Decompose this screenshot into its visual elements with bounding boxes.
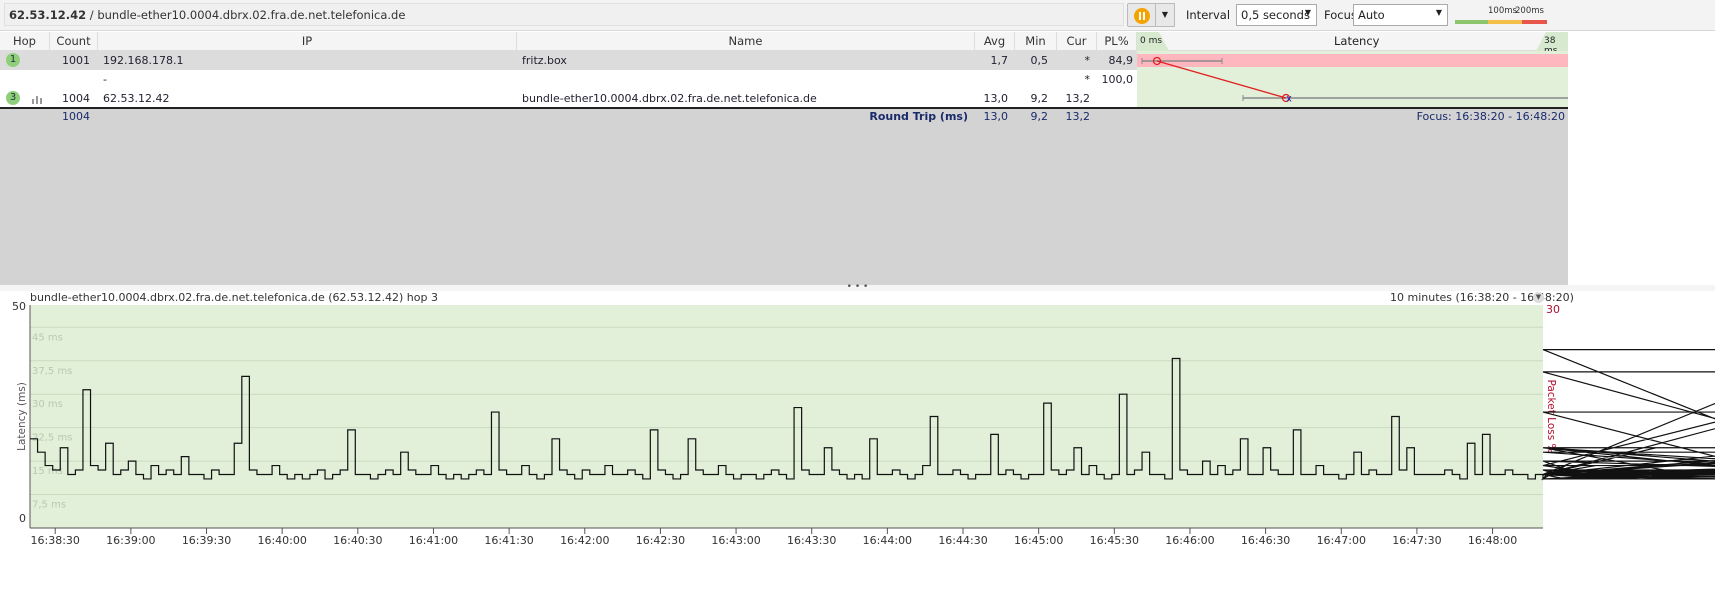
min-cell: 0,5 [1030,54,1049,67]
x-tick-label: 16:46:00 [1165,534,1214,547]
summary-cur: 13,2 [1065,110,1091,123]
col-count[interactable]: Count [50,32,98,51]
grid-label: 7,5 ms [32,500,66,511]
x-tick-label: 16:42:30 [636,534,685,547]
latency-chart: 45 ms37,5 ms30 ms22,5 ms15 ms7,5 ms500La… [12,300,1715,547]
focus-select[interactable]: Auto ▼ [1353,4,1448,26]
interval-select[interactable]: 0,5 seconds ▼ [1236,4,1317,26]
x-tick-label: 16:47:00 [1317,534,1366,547]
x-tick-label: 16:44:00 [863,534,912,547]
table-row[interactable]: 1 1001 192.168.178.1 fritz.box 1,7 0,5 *… [0,51,1137,70]
grid-label: 30 ms [32,399,63,410]
latency-threshold-legend[interactable]: 100ms 200ms [1455,6,1570,24]
chevron-down-icon: ▼ [1435,8,1442,17]
col-cur[interactable]: Cur [1057,32,1097,51]
empty-table-area [0,125,1568,285]
x-tick-label: 16:43:30 [787,534,836,547]
x-tick-label: 16:45:00 [1014,534,1063,547]
y2-axis-label: Packet Loss % [1545,379,1557,453]
grid-label: 45 ms [32,332,63,343]
summary-avg: 13,0 [983,110,1009,123]
y-tick-label: 0 [19,512,26,525]
x-tick-label: 16:42:00 [560,534,609,547]
hop3-marker: x [1286,94,1292,105]
x-tick-label: 16:41:30 [484,534,533,547]
col-min[interactable]: Min [1015,32,1057,51]
grid-label: 15 ms [32,466,63,477]
summary-label: Round Trip (ms) [869,110,968,123]
cur-cell: 13,2 [1065,92,1091,105]
x-tick-label: 16:44:30 [938,534,987,547]
target-ip: 62.53.12.42 [9,8,87,22]
target-name: bundle-ether10.0004.dbrx.02.fra.de.net.t… [97,8,406,22]
latency-mini-graph: x [1137,51,1568,107]
bar-chart-icon[interactable] [32,94,43,104]
threshold-100: 100ms [1488,6,1517,16]
count-cell: 1001 [62,54,90,67]
pl-cell: 100,0 [1101,73,1134,86]
threshold-200: 200ms [1515,6,1544,16]
threshold-bad-bar [1522,20,1547,24]
interval-label: Interval [1186,8,1231,22]
hop-badge: 3 [6,91,20,105]
chevron-down-icon: ▼ [1304,8,1311,17]
col-ip[interactable]: IP [98,32,517,51]
focus-label: Focus [1324,8,1357,22]
ip-cell: 192.168.178.1 [103,54,184,67]
col-hop[interactable]: Hop [0,32,50,51]
right-blank [1568,32,1715,285]
x-tick-label: 16:43:00 [711,534,760,547]
count-cell: 1004 [62,92,90,105]
latency-title: Latency [1334,34,1380,48]
cur-cell: * [1084,54,1091,67]
y-tick-label: 50 [12,300,26,313]
x-tick-label: 16:41:00 [409,534,458,547]
name-cell: fritz.box [522,54,567,67]
summary-count: 1004 [62,110,90,123]
latency-header[interactable]: 0 ms Latency 38 ms [1137,32,1568,56]
threshold-warn-bar [1488,20,1522,24]
table-row[interactable]: 3 1004 62.53.12.42 bundle-ether10.0004.d… [0,89,1137,108]
x-tick-label: 16:39:30 [182,534,231,547]
avg-cell: 1,7 [990,54,1009,67]
y-axis-label: Latency (ms) [16,382,28,451]
chevron-down-icon: ▼ [1161,10,1169,19]
cur-cell: * [1084,73,1091,86]
pause-dropdown-button[interactable]: ▼ [1156,3,1175,27]
col-pl[interactable]: PL% [1097,32,1137,51]
x-tick-label: 16:39:00 [106,534,155,547]
focus-range: Focus: 16:38:20 - 16:48:20 [1416,110,1565,123]
x-tick-label: 16:47:30 [1392,534,1441,547]
round-trip-summary: 1004 Round Trip (ms) 13,0 9,2 13,2 Focus… [0,107,1568,125]
toolbar: 62.53.12.42 / bundle-ether10.0004.dbrx.0… [0,0,1715,31]
focus-value: Auto [1358,8,1385,22]
target-separator: / [86,8,98,22]
col-avg[interactable]: Avg [975,32,1015,51]
x-tick-label: 16:40:00 [257,534,306,547]
x-tick-label: 16:45:30 [1090,534,1139,547]
summary-min: 9,2 [1030,110,1049,123]
x-tick-label: 16:48:00 [1468,534,1517,547]
hop-badge: 1 [6,53,20,67]
x-tick-label: 16:40:30 [333,534,382,547]
x-tick-label: 16:38:30 [31,534,80,547]
interval-value: 0,5 seconds [1241,8,1310,22]
ip-cell: 62.53.12.42 [103,92,170,105]
table-row[interactable]: - * 100,0 [0,70,1137,89]
grid-label: 37,5 ms [32,366,72,377]
min-cell: 9,2 [1030,92,1049,105]
col-name[interactable]: Name [517,32,975,51]
x-tick-label: 16:46:30 [1241,534,1290,547]
y2-max-label: 30 [1546,303,1560,316]
avg-cell: 13,0 [983,92,1009,105]
name-cell: bundle-ether10.0004.dbrx.02.fra.de.net.t… [522,92,817,105]
pause-button[interactable] [1127,3,1156,27]
threshold-good-bar [1455,20,1488,24]
ip-cell: - [103,73,107,86]
pl-cell: 84,9 [1108,54,1134,67]
target-field[interactable]: 62.53.12.42 / bundle-ether10.0004.dbrx.0… [4,3,1124,26]
pause-icon [1134,8,1150,24]
latency-min-label: 0 ms [1140,36,1163,46]
